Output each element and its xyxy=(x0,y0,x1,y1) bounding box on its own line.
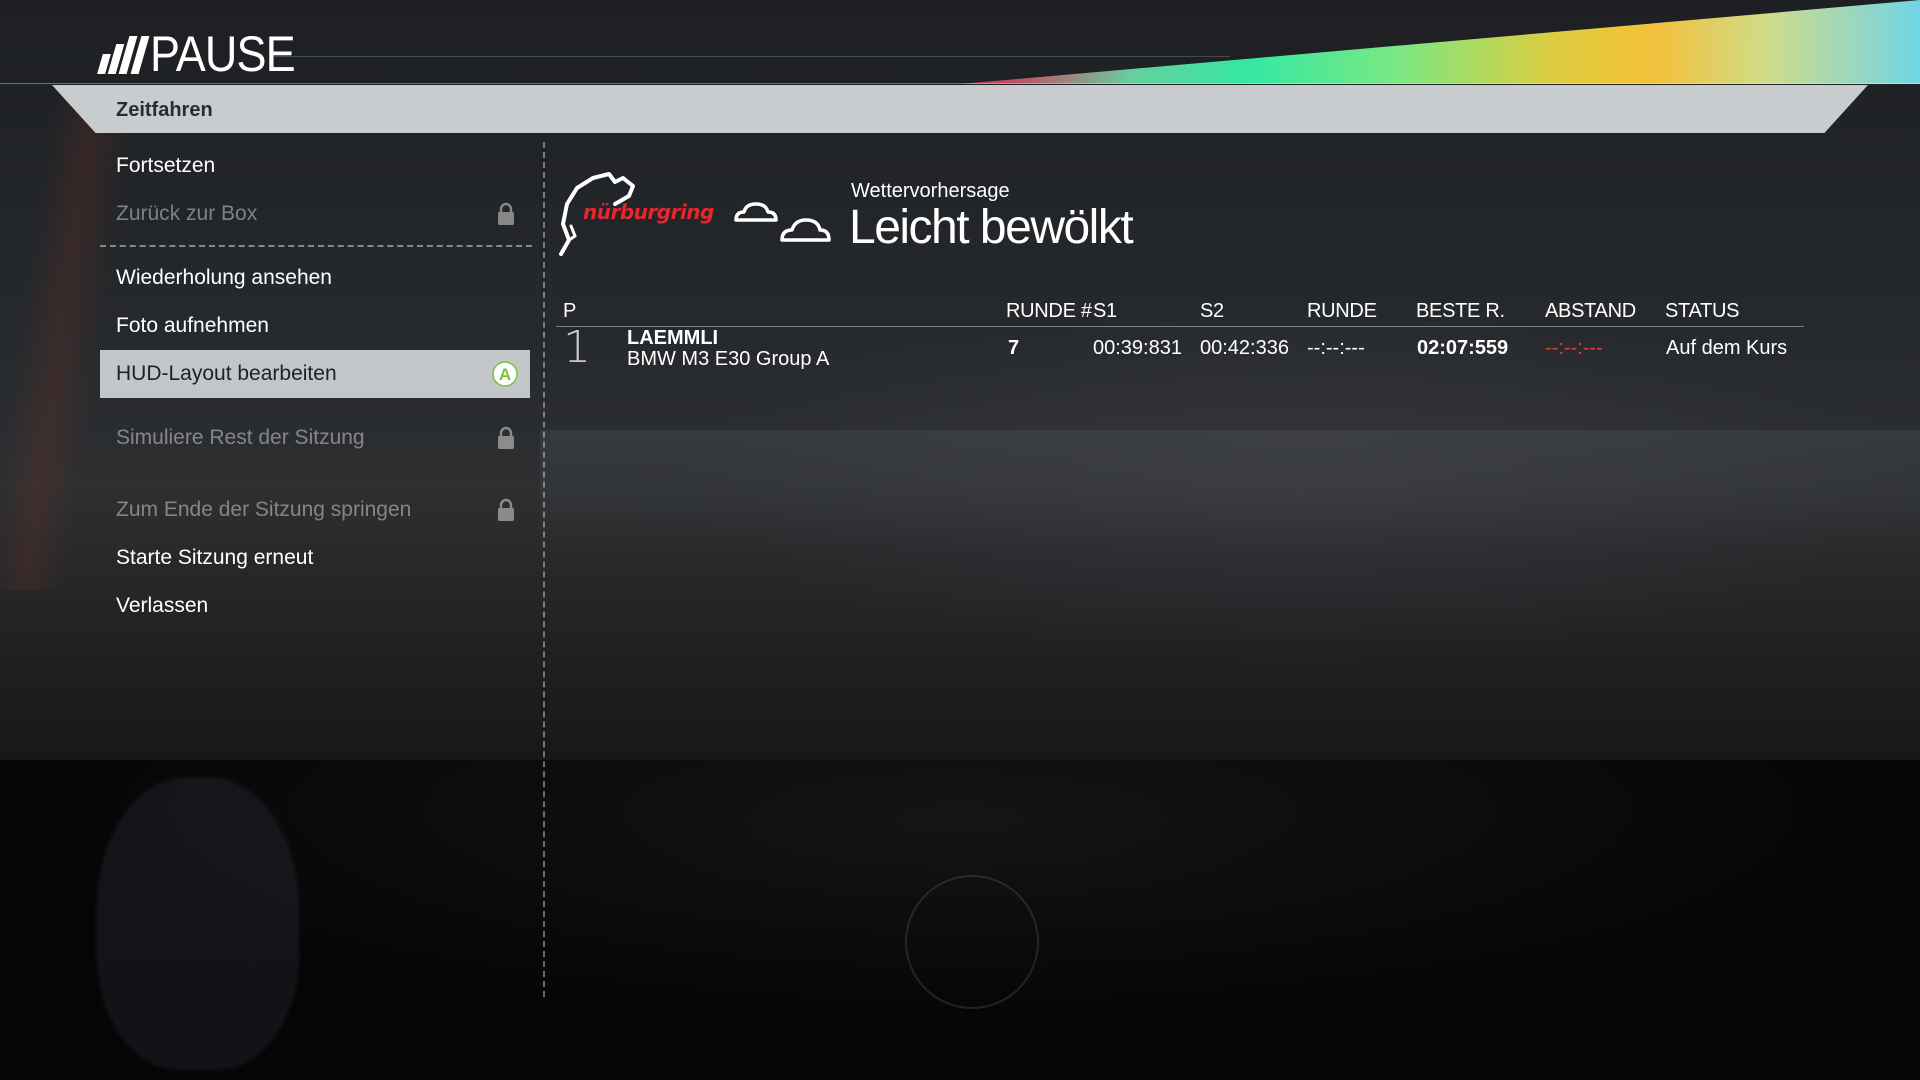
weather-forecast-value: Leicht bewölkt xyxy=(849,201,1134,254)
row-lap-number: 7 xyxy=(1008,337,1020,359)
background-speedometer xyxy=(905,875,1039,1009)
menu-item-label: Verlassen xyxy=(116,594,209,617)
panel-divider xyxy=(543,142,545,997)
lock-icon xyxy=(498,498,514,521)
menu-item-label: Zurück zur Box xyxy=(116,202,258,225)
menu-item-zurueck-zur-box[interactable]: Zurück zur Box xyxy=(100,191,530,237)
menu-item-label: Simuliere Rest der Sitzung xyxy=(116,426,365,449)
page-title: PAUSE xyxy=(150,26,296,82)
controller-a-button-icon: A xyxy=(492,361,518,387)
row-gap: --:--:--- xyxy=(1545,337,1603,359)
menu-item-simuliere-rest[interactable]: Simuliere Rest der Sitzung xyxy=(100,415,530,461)
menu-item-wiederholung-ansehen[interactable]: Wiederholung ansehen xyxy=(100,255,530,301)
menu-item-label: Fortsetzen xyxy=(116,154,216,177)
header-color-band xyxy=(960,0,1920,84)
menu-item-verlassen[interactable]: Verlassen xyxy=(100,583,530,629)
lock-icon xyxy=(498,202,514,225)
row-s1: 00:39:831 xyxy=(1093,337,1182,359)
column-header-best-lap: BESTE R. xyxy=(1416,300,1505,322)
row-best-lap: 02:07:559 xyxy=(1417,337,1509,359)
header-thin-line xyxy=(270,56,1230,57)
menu-item-label: Zum Ende der Sitzung springen xyxy=(116,498,412,521)
column-header-lap-number: RUNDE # xyxy=(1006,300,1092,322)
menu-item-label: Foto aufnehmen xyxy=(116,314,269,337)
menu-item-label: Starte Sitzung erneut xyxy=(116,546,314,569)
row-lap-time: --:--:--- xyxy=(1307,337,1365,359)
background-horizon xyxy=(540,430,1920,550)
menu-item-hud-layout-bearbeiten[interactable]: HUD-Layout bearbeiten A xyxy=(100,350,530,398)
row-s2: 00:42:336 xyxy=(1200,337,1289,359)
lock-icon xyxy=(498,426,514,449)
menu-divider xyxy=(100,245,532,247)
svg-text:A: A xyxy=(499,365,511,384)
column-header-lap-time: RUNDE xyxy=(1307,300,1377,322)
row-status: Auf dem Kurs xyxy=(1666,337,1788,359)
mode-bar xyxy=(52,85,1868,133)
game-logo-icon xyxy=(97,36,150,74)
header-divider xyxy=(0,83,1920,84)
menu-item-foto-aufnehmen[interactable]: Foto aufnehmen xyxy=(100,303,530,349)
menu-item-starte-sitzung-erneut[interactable]: Starte Sitzung erneut xyxy=(100,535,530,581)
track-name: nürburgring xyxy=(583,200,714,224)
session-mode-label: Zeitfahren xyxy=(116,99,213,121)
column-header-s2: S2 xyxy=(1200,300,1224,322)
background-side-mirror xyxy=(95,775,301,1071)
row-car-name: BMW M3 E30 Group A xyxy=(627,348,830,370)
table-header-rule xyxy=(556,326,1804,327)
clouds-icon xyxy=(734,202,831,242)
row-position: 1 xyxy=(563,322,591,373)
menu-item-fortsetzen[interactable]: Fortsetzen xyxy=(100,143,530,189)
row-driver-name: LAEMMLI xyxy=(627,327,719,349)
column-header-s1: S1 xyxy=(1093,300,1117,322)
menu-item-zum-ende-springen[interactable]: Zum Ende der Sitzung springen xyxy=(100,487,530,533)
menu-item-label: HUD-Layout bearbeiten xyxy=(116,362,337,385)
column-header-position: P xyxy=(563,300,577,322)
menu-item-label: Wiederholung ansehen xyxy=(116,266,332,289)
column-header-gap: ABSTAND xyxy=(1545,300,1636,322)
column-header-status: STATUS xyxy=(1665,300,1740,322)
